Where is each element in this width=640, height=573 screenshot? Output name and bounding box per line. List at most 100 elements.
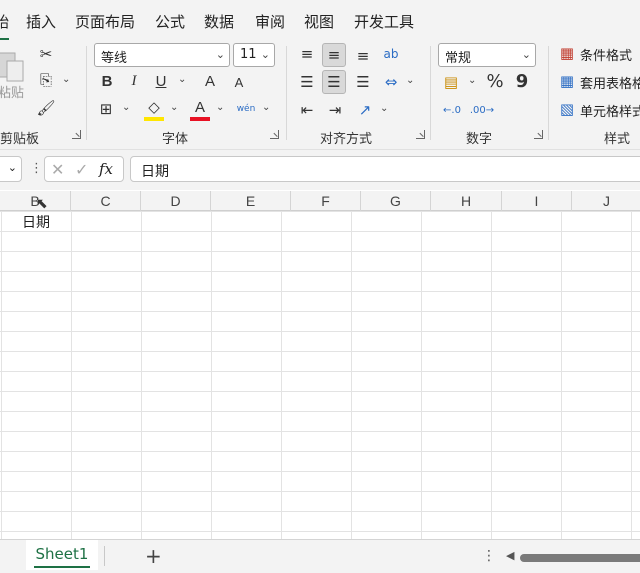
formula-bar: ⌄ ⋮ ✕ ✓ fx 日期 <box>0 150 640 190</box>
font-name-select[interactable]: 等线 ⌄ <box>94 43 230 67</box>
orientation-chevron-icon[interactable]: ⌄ <box>380 103 388 114</box>
orientation-icon[interactable]: ↗ <box>354 99 376 121</box>
underline-button[interactable]: U <box>152 71 170 91</box>
phonetic-chevron-icon[interactable]: ⌄ <box>262 102 270 113</box>
underline-chevron-icon[interactable]: ⌄ <box>178 74 186 85</box>
add-sheet-button[interactable]: + <box>145 544 162 568</box>
decrease-decimal-icon[interactable]: .00→ <box>470 99 494 121</box>
borders-icon[interactable]: ⊞ <box>96 99 116 119</box>
decrease-indent-icon[interactable]: ⇤ <box>296 99 318 121</box>
cell-b1[interactable]: 日期 <box>22 212 50 232</box>
column-header-h[interactable]: H <box>431 191 502 211</box>
font-launcher-icon[interactable] <box>270 130 279 139</box>
font-color-swatch <box>190 117 210 121</box>
alignment-launcher-icon[interactable] <box>416 130 425 139</box>
clipboard-launcher-icon[interactable] <box>72 130 81 139</box>
cut-icon[interactable]: ✂ <box>36 44 56 64</box>
clipboard-group-label: 剪贴板 <box>0 132 40 147</box>
sheet-divider <box>104 546 105 566</box>
grow-font-button[interactable]: A <box>200 71 220 91</box>
cell-styles-button[interactable]: 单元格样式 <box>580 101 640 120</box>
scroll-left-icon[interactable]: ◀ <box>506 549 514 562</box>
increase-decimal-icon[interactable]: ←.0 <box>440 99 464 121</box>
sheet-tab-sheet1[interactable]: Sheet1 <box>26 540 98 570</box>
insert-function-button[interactable]: fx <box>99 160 113 178</box>
tab-review[interactable]: 审阅 <box>255 11 285 32</box>
horizontal-scrollbar[interactable] <box>520 554 640 562</box>
formula-input[interactable]: 日期 <box>130 156 640 182</box>
group-divider <box>548 46 549 140</box>
format-painter-icon[interactable]: 🖌 <box>36 98 56 118</box>
tab-home[interactable]: 始 <box>0 11 10 41</box>
align-center-icon[interactable]: ☰ <box>322 70 346 94</box>
font-group-label: 字体 <box>162 132 189 147</box>
bold-button[interactable]: B <box>98 71 116 91</box>
wrap-text-icon[interactable]: ab <box>380 43 402 65</box>
borders-chevron-icon[interactable]: ⌄ <box>122 102 130 113</box>
merge-chevron-icon[interactable]: ⌄ <box>406 75 414 86</box>
paste-label: 粘贴 <box>0 86 25 101</box>
tab-insert[interactable]: 插入 <box>26 11 56 32</box>
paste-button[interactable] <box>0 46 26 86</box>
percent-button[interactable]: % <box>484 70 506 92</box>
comma-style-button[interactable]: 9 <box>512 70 532 92</box>
copy-chevron-icon[interactable]: ⌄ <box>62 74 70 85</box>
align-right-icon[interactable]: ☰ <box>352 71 374 93</box>
group-divider <box>430 46 431 140</box>
format-as-table-icon[interactable]: ▦ <box>558 72 576 90</box>
font-size-select[interactable]: 11 ⌄ <box>233 43 275 67</box>
merge-center-icon[interactable]: ⇔ <box>380 71 402 93</box>
number-format-value: 常规 <box>445 51 472 66</box>
conditional-formatting-icon[interactable]: ▦ <box>558 44 576 62</box>
font-name-value: 等线 <box>101 51 128 66</box>
number-launcher-icon[interactable] <box>534 130 543 139</box>
paste-icon <box>0 52 24 82</box>
align-top-icon[interactable]: ≡ <box>296 43 318 65</box>
accounting-chevron-icon[interactable]: ⌄ <box>468 75 476 86</box>
column-header-j[interactable]: J <box>572 191 640 211</box>
column-header-g[interactable]: G <box>361 191 431 211</box>
column-header-c[interactable]: C <box>71 191 141 211</box>
cell-styles-icon[interactable]: ▧ <box>558 100 576 118</box>
group-divider <box>86 46 87 140</box>
group-divider <box>286 46 287 140</box>
tab-data[interactable]: 数据 <box>204 11 234 32</box>
tab-formulas[interactable]: 公式 <box>155 11 185 32</box>
fill-color-swatch <box>144 117 164 121</box>
font-color-chevron-icon[interactable]: ⌄ <box>216 102 224 113</box>
italic-button[interactable]: I <box>125 71 143 91</box>
mouse-cursor-icon: ⬉ <box>36 196 48 212</box>
column-header-f[interactable]: F <box>291 191 361 211</box>
tab-page-layout[interactable]: 页面布局 <box>75 11 135 32</box>
alignment-group-label: 对齐方式 <box>320 132 373 147</box>
accounting-format-icon[interactable]: ▤ <box>440 71 462 93</box>
font-color-icon[interactable]: A <box>190 97 210 117</box>
increase-indent-icon[interactable]: ⇥ <box>324 99 346 121</box>
fill-color-icon[interactable]: ◇ <box>144 97 164 117</box>
cancel-icon[interactable]: ✕ <box>51 160 64 179</box>
fill-color-chevron-icon[interactable]: ⌄ <box>170 102 178 113</box>
tab-view[interactable]: 视图 <box>304 11 334 32</box>
enter-icon[interactable]: ✓ <box>75 160 88 179</box>
column-header-d[interactable]: D <box>141 191 211 211</box>
align-middle-icon[interactable]: ≡ <box>322 43 346 67</box>
name-box[interactable]: ⌄ <box>0 156 22 182</box>
chevron-down-icon: ⌄ <box>7 161 17 174</box>
align-bottom-icon[interactable]: ≡ <box>352 45 374 67</box>
tab-developer[interactable]: 开发工具 <box>354 11 414 32</box>
number-format-select[interactable]: 常规 ⌄ <box>438 43 536 67</box>
column-header-e[interactable]: E <box>211 191 291 211</box>
more-options-icon[interactable]: ⋮ <box>30 161 43 176</box>
formula-buttons: ✕ ✓ fx <box>44 156 124 182</box>
phonetic-guide-icon[interactable]: wén <box>235 98 257 120</box>
font-size-value: 11 <box>240 47 257 62</box>
conditional-formatting-button[interactable]: 条件格式 <box>580 45 632 64</box>
copy-icon[interactable]: ⎘ <box>36 70 56 90</box>
sheet-tab-bar: Sheet1 + ⋮ ◀ <box>0 539 640 573</box>
more-sheets-icon[interactable]: ⋮ <box>482 548 496 564</box>
align-left-icon[interactable]: ☰ <box>296 71 318 93</box>
column-header-i[interactable]: I <box>502 191 572 211</box>
shrink-font-button[interactable]: A <box>230 73 248 91</box>
cell-grid[interactable] <box>0 211 640 539</box>
format-as-table-button[interactable]: 套用表格格 <box>580 73 640 92</box>
